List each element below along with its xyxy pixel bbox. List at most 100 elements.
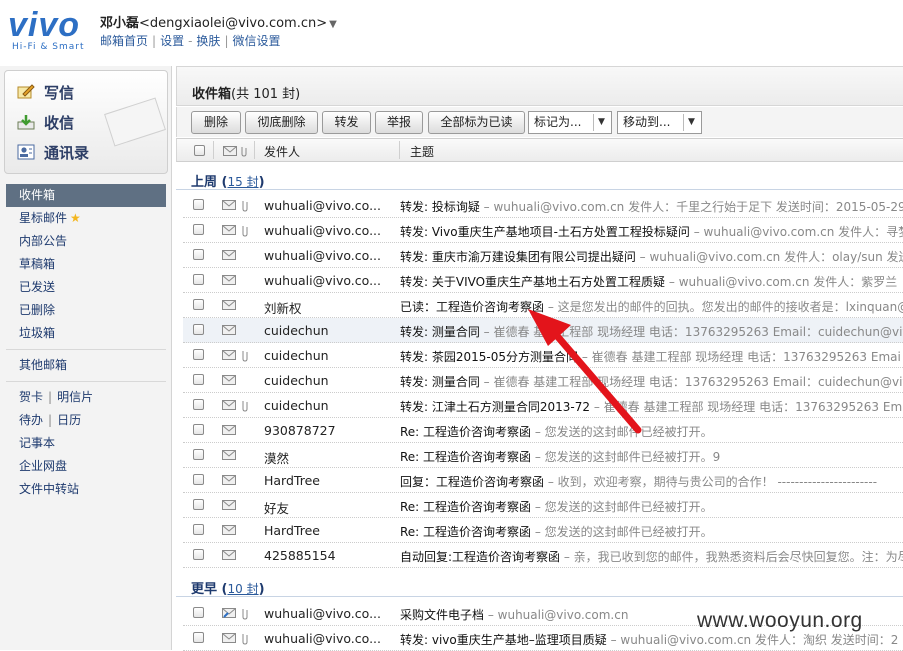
nav-netdisk[interactable]: 企业网盘	[6, 455, 166, 478]
nav-spam[interactable]: 垃圾箱	[6, 322, 166, 345]
nav-inbox[interactable]: 收件箱	[6, 184, 166, 207]
table-row[interactable]: wuhuali@vivo.co... 转发: 重庆市渝万建设集团有限公司提出疑问 …	[183, 243, 903, 268]
envelope-icon	[222, 200, 237, 214]
row-subject[interactable]: Re: 工程造价咨询考察函 – 您发送的这封邮件已经被打开。	[400, 423, 713, 440]
table-row[interactable]: HardTree Re: 工程造价咨询考察函 – 您发送的这封邮件已经被打开。	[183, 518, 903, 543]
mark-all-read-button[interactable]: 全部标为已读	[428, 111, 525, 134]
row-subject[interactable]: 已读：工程造价咨询考察函 – 这是您发出的邮件的回执。您发出的邮件的接收者是：l…	[400, 298, 903, 315]
table-row[interactable]: wuhuali@vivo.co... 转发: 投标询疑 – wuhuali@viv…	[183, 193, 903, 218]
forward-button[interactable]: 转发	[322, 111, 371, 134]
folder-nav: 收件箱 星标邮件 ★ 内部公告 草稿箱 已发送 已删除 垃圾箱 其他邮箱 贺卡 | 明…	[6, 184, 166, 501]
table-row[interactable]: HardTree 回复：工程造价咨询考察函 – 收到，欢迎考察，期待与贵公司的合作…	[183, 468, 903, 493]
link-mailbox-home[interactable]: 邮箱首页	[100, 34, 148, 48]
nav-other-mailbox[interactable]: 其他邮箱	[6, 354, 166, 377]
nav-deleted[interactable]: 已删除	[6, 299, 166, 322]
row-checkbox[interactable]	[193, 499, 204, 510]
nav-starred[interactable]: 星标邮件 ★	[6, 207, 166, 230]
row-checkbox[interactable]	[193, 374, 204, 385]
table-row[interactable]: cuidechun 转发: 测量合同 – 崔德春 基建工程部 现场经理 电话：13…	[183, 368, 903, 393]
user-name: 邓小磊	[100, 16, 140, 31]
row-subject[interactable]: 转发: vivo重庆生产基地–监理项目质疑 – wuhuali@vivo.com…	[400, 631, 898, 648]
group-count-link[interactable]: 10 封	[227, 582, 258, 596]
nav-sent[interactable]: 已发送	[6, 276, 166, 299]
contacts-button[interactable]: 通讯录	[17, 139, 89, 165]
row-subject[interactable]: 转发: 测量合同 – 崔德春 基建工程部 现场经理 电话：13763295263…	[400, 323, 903, 340]
row-subject[interactable]: 转发: 投标询疑 – wuhuali@vivo.com.cn 发件人：千里之行始…	[400, 198, 903, 215]
nav-greeting-card[interactable]: 贺卡	[19, 390, 43, 404]
row-subject[interactable]: 转发: 关于VIVO重庆生产基地土石方处置工程质疑 – wuhuali@vivo…	[400, 273, 897, 290]
row-sender: cuidechun	[264, 348, 329, 363]
divider	[6, 349, 166, 350]
row-subject[interactable]: 转发: 重庆市渝万建设集团有限公司提出疑问 – wuhuali@vivo.com…	[400, 248, 903, 265]
row-checkbox[interactable]	[193, 399, 204, 410]
row-checkbox[interactable]	[193, 249, 204, 260]
delete-button[interactable]: 删除	[191, 111, 241, 134]
nav-drafts[interactable]: 草稿箱	[6, 253, 166, 276]
table-row[interactable]: 刘新权 已读：工程造价咨询考察函 – 这是您发出的邮件的回执。您发出的邮件的接收者…	[183, 293, 903, 318]
row-checkbox[interactable]	[193, 224, 204, 235]
nav-postcard[interactable]: 明信片	[57, 390, 93, 404]
row-checkbox[interactable]	[193, 524, 204, 535]
row-checkbox[interactable]	[193, 424, 204, 435]
row-subject[interactable]: 采购文件电子档 – wuhuali@vivo.com.cn	[400, 606, 628, 623]
table-row[interactable]: cuidechun 转发: 测量合同 – 崔德春 基建工程部 现场经理 电话：13…	[183, 318, 903, 343]
envelope-icon	[222, 225, 237, 239]
row-subject[interactable]: 转发: 测量合同 – 崔德春 基建工程部 现场经理 电话：13763295263…	[400, 373, 903, 390]
link-wechat-settings[interactable]: 微信设置	[232, 34, 280, 48]
row-checkbox[interactable]	[193, 274, 204, 285]
nav-calendar[interactable]: 日历	[57, 413, 81, 427]
row-subject[interactable]: Re: 工程造价咨询考察函 – 您发送的这封邮件已经被打开。	[400, 523, 713, 540]
column-subject[interactable]: 主题	[410, 143, 434, 160]
row-checkbox[interactable]	[193, 199, 204, 210]
row-subject[interactable]: Re: 工程造价咨询考察函 – 您发送的这封邮件已经被打开。9	[400, 448, 720, 465]
row-subject[interactable]: 转发: Vivo重庆生产基地项目-土石方处置工程投标疑问 – wuhuali@v…	[400, 223, 903, 240]
row-checkbox[interactable]	[193, 549, 204, 560]
table-row[interactable]: 425885154 自动回复:工程造价咨询考察函 – 亲，我已收到您的邮件，我熟悉…	[183, 543, 903, 568]
table-row[interactable]: 好友 Re: 工程造价咨询考察函 – 您发送的这封邮件已经被打开。	[183, 493, 903, 518]
column-sender[interactable]: 发件人	[264, 143, 300, 160]
link-settings[interactable]: 设置	[160, 34, 184, 48]
row-checkbox[interactable]	[193, 299, 204, 310]
row-subject[interactable]: 转发: 江津土石方测量合同2013-72 – 崔德春 基建工程部 现场经理 电话…	[400, 398, 902, 415]
vivo-logo[interactable]: vivo Hi-Fi & Smart	[8, 8, 88, 52]
nav-notepad[interactable]: 记事本	[6, 432, 166, 455]
move-to-select[interactable]: 移动到... ▼	[617, 111, 702, 134]
row-subject[interactable]: 自动回复:工程造价咨询考察函 – 亲，我已收到您的邮件，我熟悉资料后会尽快回复您…	[400, 548, 903, 565]
mark-as-select[interactable]: 标记为... ▼	[528, 111, 612, 134]
header-envelope-icon	[223, 145, 251, 160]
link-skin[interactable]: 换肤	[196, 34, 220, 48]
table-row[interactable]: wuhuali@vivo.co... 转发: Vivo重庆生产基地项目-土石方处置…	[183, 218, 903, 243]
table-row[interactable]: wuhuali@vivo.co... 转发: 关于VIVO重庆生产基地土石方处置工…	[183, 268, 903, 293]
table-row[interactable]: 930878727 Re: 工程造价咨询考察函 – 您发送的这封邮件已经被打开。	[183, 418, 903, 443]
table-row[interactable]: 漠然 Re: 工程造价咨询考察函 – 您发送的这封邮件已经被打开。9	[183, 443, 903, 468]
row-checkbox[interactable]	[193, 474, 204, 485]
row-checkbox[interactable]	[193, 324, 204, 335]
table-row[interactable]: cuidechun 转发: 茶园2015-05分方测量合同 – 崔德春 基建工程部…	[183, 343, 903, 368]
report-button[interactable]: 举报	[375, 111, 423, 134]
row-checkbox[interactable]	[193, 349, 204, 360]
user-account[interactable]: 邓小磊<dengxiaolei@vivo.com.cn> ▼	[100, 12, 337, 31]
receive-button[interactable]: 收信	[17, 109, 74, 135]
select-all-checkbox[interactable]	[194, 145, 205, 156]
inbox-panel: 收件箱(共 101 封) 删除 彻底删除 转发 举报 全部标为已读 标记为...…	[176, 66, 903, 651]
row-sender: 425885154	[264, 548, 336, 563]
chevron-down-icon[interactable]: ▼	[329, 19, 337, 30]
envelope-icon	[222, 250, 237, 264]
row-subject[interactable]: 转发: 茶园2015-05分方测量合同 – 崔德春 基建工程部 现场经理 电话：…	[400, 348, 901, 365]
row-sender: HardTree	[264, 473, 320, 488]
row-checkbox[interactable]	[193, 607, 204, 618]
inbox-download-icon	[17, 114, 35, 130]
nav-todo[interactable]: 待办	[19, 413, 43, 427]
compose-button[interactable]: 写信	[17, 79, 74, 105]
row-checkbox[interactable]	[193, 632, 204, 643]
row-checkbox[interactable]	[193, 449, 204, 460]
table-row[interactable]: cuidechun 转发: 江津土石方测量合同2013-72 – 崔德春 基建工程…	[183, 393, 903, 418]
row-subject[interactable]: Re: 工程造价咨询考察函 – 您发送的这封邮件已经被打开。	[400, 498, 713, 515]
logo-tagline: Hi-Fi & Smart	[12, 42, 85, 52]
nav-announcements[interactable]: 内部公告	[6, 230, 166, 253]
permanent-delete-button[interactable]: 彻底删除	[245, 111, 318, 134]
group-count-link[interactable]: 15 封	[227, 175, 258, 189]
nav-file-transfer[interactable]: 文件中转站	[6, 478, 166, 501]
row-subject[interactable]: 回复：工程造价咨询考察函 – 收到，欢迎考察，期待与贵公司的合作！ ------…	[400, 473, 877, 490]
user-email: <dengxiaolei@vivo.com.cn>	[139, 16, 328, 31]
